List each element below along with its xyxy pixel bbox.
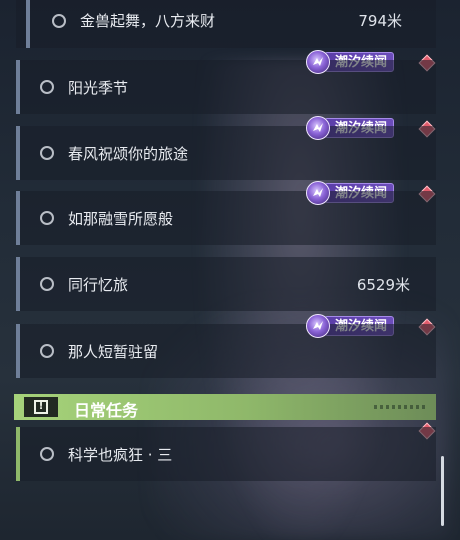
quest-row[interactable]: 那人短暂驻留 [16, 324, 436, 378]
quest-row-bar [16, 427, 20, 481]
quest-row[interactable]: 如那融雪所愿般 [16, 191, 436, 245]
quest-row[interactable]: 阳光季节 [16, 60, 436, 114]
quest-row[interactable]: 同行忆旅 6529米 [16, 257, 436, 311]
quest-label: 春风祝颂你的旅途 [68, 145, 189, 163]
quest-distance: 6529米 [356, 276, 410, 294]
tide-emblem-icon [306, 50, 330, 74]
quest-label: 金兽起舞，八方来财 [80, 12, 216, 30]
scrollbar-thumb[interactable] [441, 456, 444, 526]
quest-status-circle-icon [40, 211, 54, 225]
quest-status-circle-icon [40, 277, 54, 291]
section-title: 日常任务 [74, 401, 139, 420]
header-decoration [374, 405, 428, 409]
quest-row[interactable]: 科学也疯狂 · 三 [16, 427, 436, 481]
quest-row-bar [16, 191, 20, 245]
quest-status-circle-icon [52, 14, 66, 28]
quest-row[interactable]: 金兽起舞，八方来财 794米 [16, 0, 436, 48]
quest-label: 那人短暂驻留 [68, 343, 159, 361]
quest-row-bar [26, 0, 30, 48]
quest-distance: 794米 [358, 12, 402, 30]
quest-list: 金兽起舞，八方来财 794米 潮汐续闻 阳光季节 潮汐续闻 春风祝颂你的旅途 潮… [0, 0, 460, 540]
quest-status-circle-icon [40, 80, 54, 94]
scrollbar-track[interactable] [441, 10, 444, 530]
quest-status-circle-icon [40, 344, 54, 358]
tide-emblem-icon [306, 181, 330, 205]
exclamation-box-icon: ! [24, 397, 58, 417]
quest-row-bar [16, 60, 20, 114]
quest-status-circle-icon [40, 447, 54, 461]
quest-row-bar [16, 257, 20, 311]
tide-emblem-icon [306, 116, 330, 140]
quest-label: 如那融雪所愿般 [68, 210, 174, 228]
quest-label: 同行忆旅 [68, 276, 129, 294]
quest-status-circle-icon [40, 146, 54, 160]
quest-row[interactable]: 春风祝颂你的旅途 [16, 126, 436, 180]
quest-row-bar [16, 126, 20, 180]
quest-label: 科学也疯狂 · 三 [68, 446, 173, 464]
tide-emblem-icon [306, 314, 330, 338]
quest-label: 阳光季节 [68, 79, 129, 97]
daily-quests-header[interactable]: ! 日常任务 [14, 394, 436, 420]
quest-row-bar [16, 324, 20, 378]
